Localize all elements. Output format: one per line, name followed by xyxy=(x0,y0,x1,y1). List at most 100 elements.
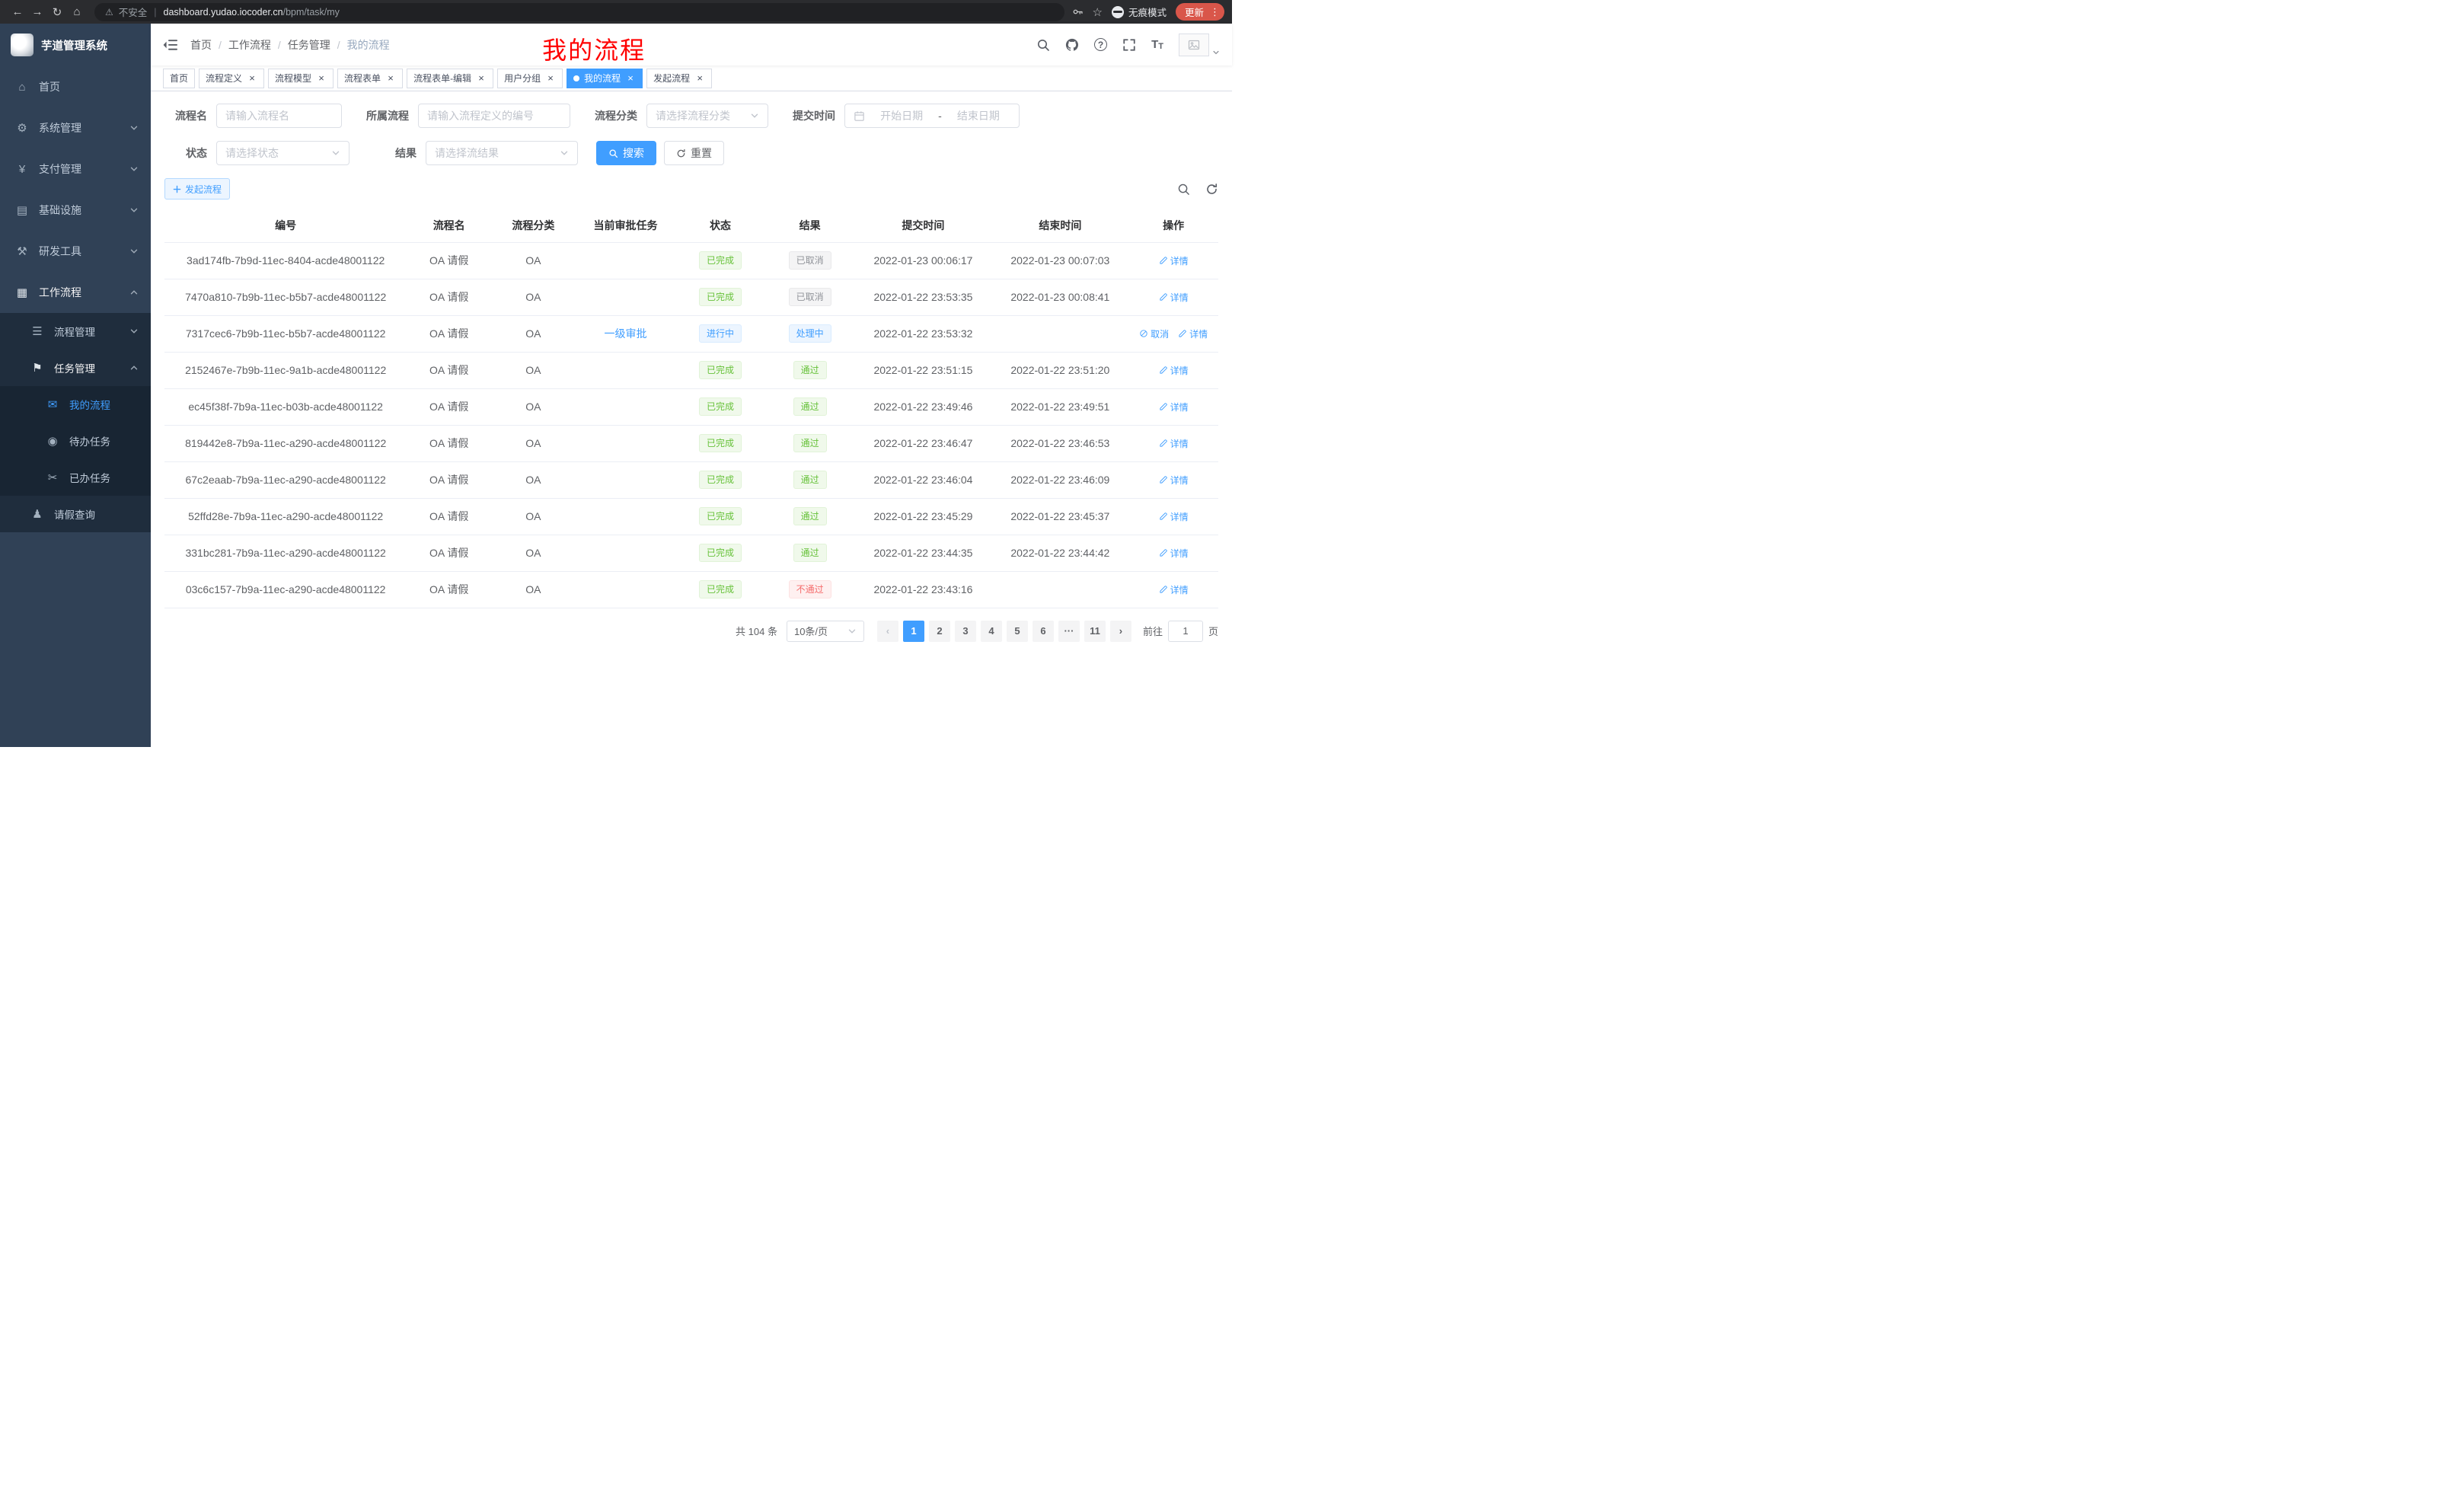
row-actions: 详情 xyxy=(1128,425,1218,461)
search-icon[interactable] xyxy=(1036,38,1050,52)
page-button-1[interactable]: 1 xyxy=(903,621,924,642)
category-select[interactable]: 请选择流程分类 xyxy=(646,104,768,128)
close-icon[interactable]: × xyxy=(316,73,327,84)
logo[interactable]: 芋道管理系统 xyxy=(0,24,151,66)
prev-page-button[interactable]: ‹ xyxy=(877,621,898,642)
page-button-3[interactable]: 3 xyxy=(955,621,976,642)
tab-process-form[interactable]: 流程表单× xyxy=(337,69,403,88)
row-actions: 取消详情 xyxy=(1128,315,1218,352)
row-category: OA xyxy=(491,425,576,461)
col-actions: 操作 xyxy=(1128,209,1218,242)
tab-home[interactable]: 首页 xyxy=(163,69,195,88)
row-id: 819442e8-7b9a-11ec-a290-acde48001122 xyxy=(164,425,407,461)
close-icon[interactable]: × xyxy=(694,73,705,84)
user-menu[interactable] xyxy=(1179,34,1220,56)
start-process-button[interactable]: 发起流程 xyxy=(164,178,230,200)
goto-page-input[interactable] xyxy=(1168,621,1203,642)
forward-icon[interactable]: → xyxy=(27,3,47,21)
start-date[interactable]: 开始日期 xyxy=(870,108,934,123)
github-icon[interactable] xyxy=(1065,38,1079,52)
page-button-6[interactable]: 6 xyxy=(1033,621,1054,642)
tab-my-process[interactable]: 我的流程× xyxy=(567,69,643,88)
sidebar-item-workflow[interactable]: ▦工作流程 xyxy=(0,272,151,313)
tab-user-group[interactable]: 用户分组× xyxy=(497,69,563,88)
page-button-2[interactable]: 2 xyxy=(929,621,950,642)
list-icon: ☰ xyxy=(30,324,44,338)
result-select[interactable]: 请选择流结果 xyxy=(426,141,578,165)
close-icon[interactable]: × xyxy=(625,73,636,84)
filter-row-1: 流程名 所属流程 流程分类 请选择流程分类 提交时间 开始日期 - 结束日期 xyxy=(164,104,1218,128)
edit-icon xyxy=(1159,512,1168,521)
reset-button[interactable]: 重置 xyxy=(664,141,724,165)
table-row: 819442e8-7b9a-11ec-a290-acde48001122OA 请… xyxy=(164,425,1218,461)
detail-link[interactable]: 详情 xyxy=(1159,437,1189,450)
address-bar[interactable]: ⚠ 不安全 | dashboard.yudao.iocoder.cn/bpm/t… xyxy=(94,3,1064,21)
reload-icon[interactable]: ↻ xyxy=(47,3,67,21)
close-icon[interactable]: × xyxy=(476,73,487,84)
sidebar-item-system[interactable]: ⚙系统管理 xyxy=(0,107,151,148)
refresh-icon xyxy=(676,148,686,158)
tab-process-definition[interactable]: 流程定义× xyxy=(199,69,264,88)
tab-start-process[interactable]: 发起流程× xyxy=(646,69,712,88)
next-page-button[interactable]: › xyxy=(1110,621,1131,642)
detail-link[interactable]: 详情 xyxy=(1159,364,1189,377)
sidebar-item-task-mgmt[interactable]: ⚑任务管理 xyxy=(0,350,151,386)
task-link[interactable]: 一级审批 xyxy=(605,327,647,340)
sidebar-item-todo-task[interactable]: ◉待办任务 xyxy=(0,423,151,459)
sidebar-item-devtools[interactable]: ⚒研发工具 xyxy=(0,231,151,272)
end-date[interactable]: 结束日期 xyxy=(946,108,1010,123)
breadcrumb-task-mgmt[interactable]: 任务管理 xyxy=(288,37,340,53)
sidebar-item-done-task[interactable]: ✂已办任务 xyxy=(0,459,151,496)
hamburger-icon[interactable] xyxy=(163,38,178,52)
close-icon[interactable]: × xyxy=(247,73,257,84)
page-size-select[interactable]: 10条/页 xyxy=(787,621,864,642)
toggle-search-icon[interactable] xyxy=(1177,183,1190,196)
tab-process-form-edit[interactable]: 流程表单-编辑× xyxy=(407,69,493,88)
cancel-link[interactable]: 取消 xyxy=(1139,327,1169,340)
refresh-icon[interactable] xyxy=(1205,183,1218,196)
status-tag: 已完成 xyxy=(699,580,742,599)
font-size-icon[interactable]: TT xyxy=(1151,38,1163,51)
bookmark-star-icon[interactable]: ☆ xyxy=(1093,5,1103,19)
page-button-4[interactable]: 4 xyxy=(981,621,1002,642)
sidebar-item-payment[interactable]: ¥支付管理 xyxy=(0,148,151,190)
detail-link[interactable]: 详情 xyxy=(1159,254,1189,267)
page-button-11[interactable]: 11 xyxy=(1084,621,1106,642)
result-tag: 通过 xyxy=(793,434,827,452)
detail-link[interactable]: 详情 xyxy=(1159,401,1189,413)
detail-link[interactable]: 详情 xyxy=(1159,510,1189,523)
status-select[interactable]: 请选择状态 xyxy=(216,141,349,165)
page-button-5[interactable]: 5 xyxy=(1007,621,1028,642)
sidebar-item-process-mgmt[interactable]: ☰流程管理 xyxy=(0,313,151,350)
update-button[interactable]: 更新 ⋮ xyxy=(1176,3,1224,21)
detail-link[interactable]: 详情 xyxy=(1159,291,1189,304)
search-button[interactable]: 搜索 xyxy=(596,141,656,165)
breadcrumb-workflow[interactable]: 工作流程 xyxy=(228,37,281,53)
close-icon[interactable]: × xyxy=(385,73,396,84)
status-tag: 已完成 xyxy=(699,397,742,416)
key-icon[interactable] xyxy=(1072,6,1084,18)
tab-process-model[interactable]: 流程模型× xyxy=(268,69,334,88)
security-label[interactable]: 不安全 xyxy=(119,5,148,19)
breadcrumb-home[interactable]: 首页 xyxy=(190,37,222,53)
submit-time-range[interactable]: 开始日期 - 结束日期 xyxy=(844,104,1020,128)
owner-process-input[interactable] xyxy=(418,104,570,128)
sidebar-item-leave-query[interactable]: ♟请假查询 xyxy=(0,496,151,532)
detail-link[interactable]: 详情 xyxy=(1178,327,1208,340)
sidebar-item-my-process[interactable]: ✉我的流程 xyxy=(0,386,151,423)
browser-home-icon[interactable]: ⌂ xyxy=(67,3,87,21)
process-name-input[interactable] xyxy=(216,104,342,128)
browser-menu-icon[interactable]: ⋮ xyxy=(1210,6,1220,18)
back-icon[interactable]: ← xyxy=(8,3,27,21)
close-icon[interactable]: × xyxy=(545,73,556,84)
briefcase-icon: ▦ xyxy=(15,286,29,299)
sidebar-item-infrastructure[interactable]: ▤基础设施 xyxy=(0,190,151,231)
detail-link[interactable]: 详情 xyxy=(1159,547,1189,560)
page-more-button[interactable]: ··· xyxy=(1058,621,1080,642)
fullscreen-icon[interactable] xyxy=(1122,38,1136,52)
flag-icon: ⚑ xyxy=(30,361,44,375)
help-icon[interactable]: ? xyxy=(1094,38,1107,51)
sidebar-item-home[interactable]: ⌂首页 xyxy=(0,66,151,107)
detail-link[interactable]: 详情 xyxy=(1159,583,1189,596)
detail-link[interactable]: 详情 xyxy=(1159,474,1189,487)
